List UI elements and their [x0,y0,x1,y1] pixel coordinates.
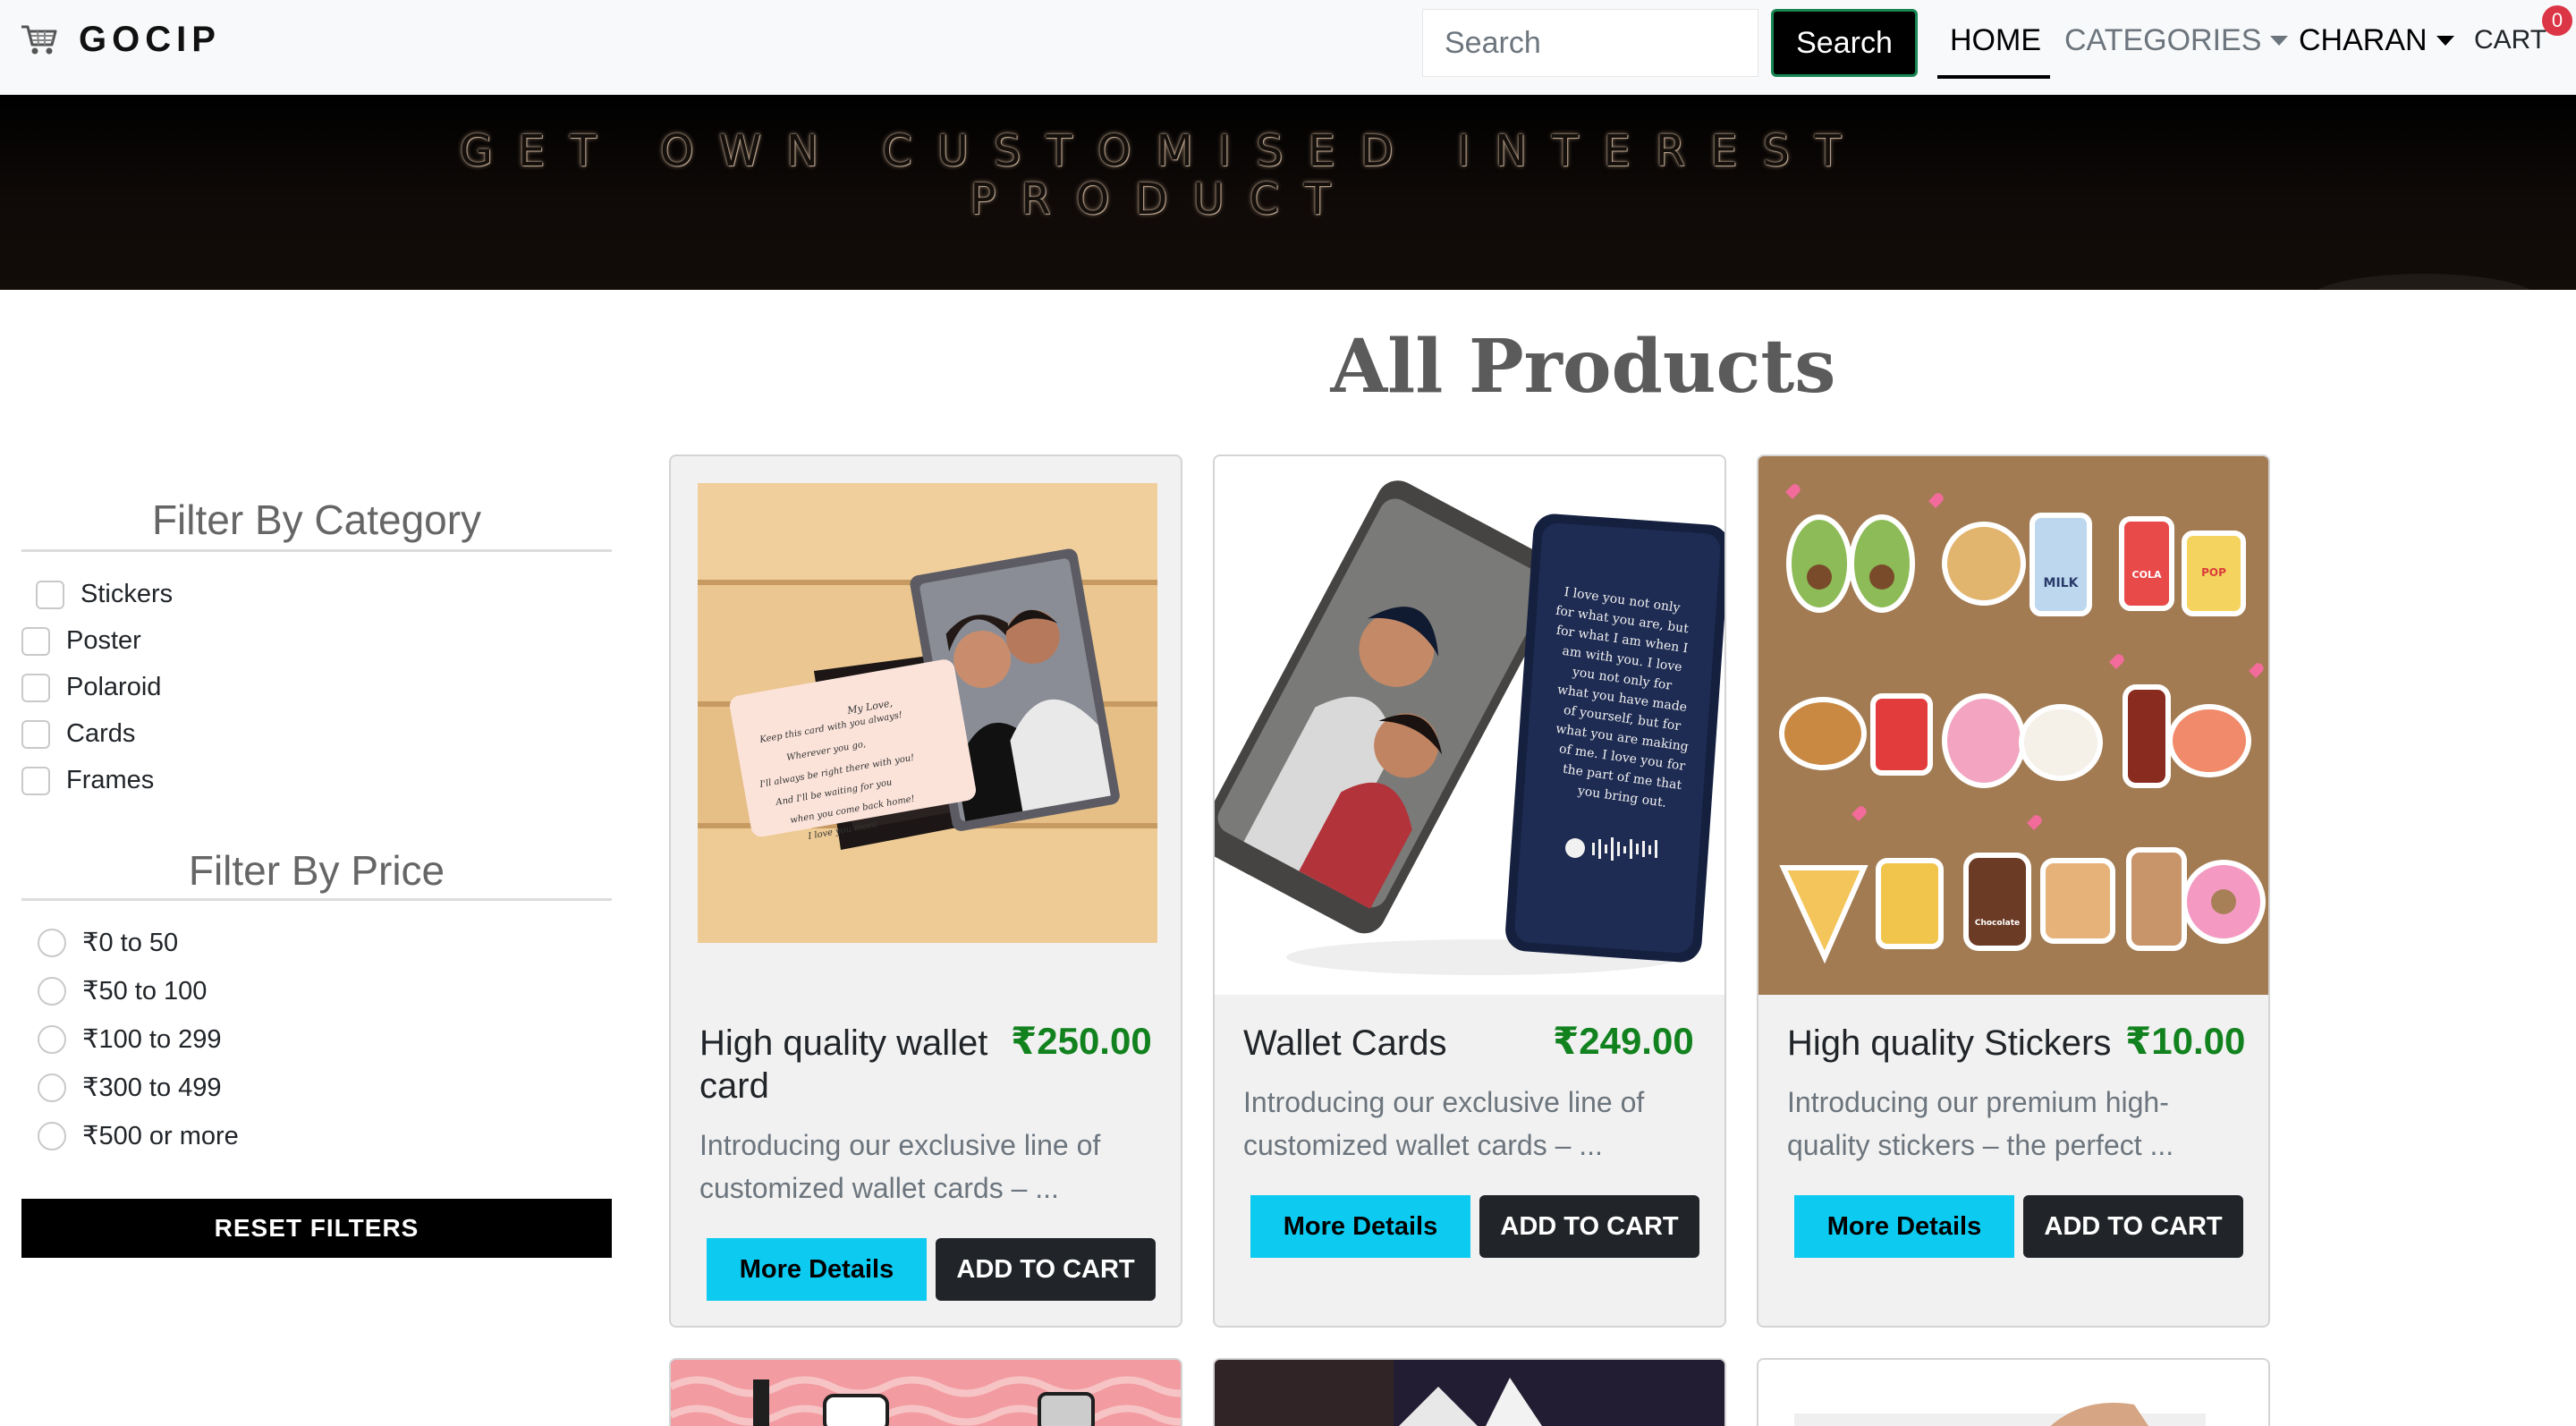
checkbox[interactable] [21,766,50,795]
product-price: ₹10.00 [2125,1020,2246,1062]
product-image[interactable]: MILK COLA POP Chocolate [1758,456,2268,995]
category-filter-stickers[interactable]: Stickers [36,580,173,609]
banner-glow [2308,274,2540,290]
category-filter-cards[interactable]: Cards [21,719,135,749]
banner-line-2: PRODUCT [970,174,1356,225]
price-filter-0-50[interactable]: ₹0 to 50 [38,927,178,958]
product-card: I love you not only for what you are, bu… [1213,454,1726,1328]
brand-link[interactable]: GOCIP [20,20,221,59]
category-label: Cards [66,719,136,748]
nav-user-dropdown[interactable]: CHARAN [2299,20,2454,61]
product-image[interactable]: I love you not only for what you are, bu… [1215,456,1724,995]
reset-filters-button[interactable]: RESET FILTERS [21,1199,612,1258]
product-image[interactable] [1215,1360,1726,1426]
checkbox[interactable] [21,673,50,702]
category-label: Stickers [80,580,174,608]
radio-button[interactable] [38,1073,66,1102]
more-details-button[interactable]: More Details [1794,1195,2014,1258]
radio-button[interactable] [38,976,66,1006]
product-name[interactable]: High quality wallet card [699,1022,1004,1108]
product-price: ₹250.00 [1011,1020,1152,1062]
svg-text:MILK: MILK [2044,576,2080,590]
product-description: Introducing our premium high-quality sti… [1787,1086,2174,1161]
category-label: Poster [66,626,141,655]
top-navbar: GOCIP Search Search HOME CATEGORIES CHAR… [0,0,2576,95]
banner-tagline: GET OWN CUSTOMISED INTEREST PRODUCT [268,127,2057,224]
wallet-card-photo: My Love, Keep this card with you always!… [698,483,1157,943]
price-label: ₹0 to 50 [82,929,179,957]
stickers-photo: MILK COLA POP Chocolate [1758,456,2268,995]
product-price: ₹249.00 [1553,1020,1694,1062]
category-label: Frames [66,766,155,794]
nav-categories-label: CATEGORIES [2064,23,2262,57]
product-card: My Love, Keep this card with you always!… [669,454,1182,1328]
svg-text:Chocolate: Chocolate [1975,919,2020,928]
wallet-cards-photo: I love you not only for what you are, bu… [1215,456,1724,995]
checkbox[interactable] [36,580,64,609]
nav-home-link[interactable]: HOME [1950,20,2041,61]
filter-price-title: Filter By Price [188,847,445,894]
product-image[interactable]: My Love, Keep this card with you always!… [698,483,1157,943]
nav-cart-link[interactable]: CART [2474,25,2546,55]
product-name[interactable]: Wallet Cards [1243,1022,1446,1065]
price-filter-500-plus[interactable]: ₹500 or more [38,1120,239,1151]
hero-banner: GET OWN CUSTOMISED INTEREST PRODUCT [0,95,2576,290]
price-label: ₹100 to 299 [82,1025,222,1054]
banner-line-1: GET OWN CUSTOMISED INTEREST [459,126,1867,176]
product-card [1757,1358,2270,1426]
checkbox[interactable] [21,626,50,656]
divider [21,549,612,552]
cart-count-badge: 0 [2542,5,2572,36]
product-image[interactable] [671,1360,1182,1426]
svg-text:POP: POP [2201,566,2226,579]
radio-button[interactable] [38,1121,66,1150]
add-to-cart-button[interactable]: ADD TO CART [1479,1195,1699,1258]
price-label: ₹50 to 100 [82,977,208,1006]
checkbox[interactable] [21,719,50,749]
price-filter-100-299[interactable]: ₹100 to 299 [38,1023,222,1055]
product-description: Introducing our exclusive line of custom… [699,1129,1101,1204]
product-description: Introducing our exclusive line of custom… [1243,1086,1645,1161]
price-filter-300-499[interactable]: ₹300 to 499 [38,1072,222,1103]
radio-button[interactable] [38,1024,66,1054]
product-card [669,1358,1182,1426]
search-input[interactable]: Search [1422,9,1758,77]
search-button[interactable]: Search [1771,9,1918,77]
radio-button[interactable] [38,928,66,957]
product-image[interactable] [1758,1360,2270,1426]
add-to-cart-button[interactable]: ADD TO CART [2023,1195,2243,1258]
divider [21,898,612,901]
more-details-button[interactable]: More Details [707,1238,927,1301]
search-placeholder: Search [1445,25,1541,60]
product-card [1213,1358,1726,1426]
brand-name: GOCIP [79,20,221,59]
nav-categories-dropdown[interactable]: CATEGORIES [2064,20,2289,61]
price-filter-50-100[interactable]: ₹50 to 100 [38,975,207,1006]
category-filter-frames[interactable]: Frames [21,766,154,795]
nav-user-label: CHARAN [2299,23,2428,57]
page-title: All Products [1330,324,1836,410]
category-label: Polaroid [66,673,162,701]
price-label: ₹300 to 499 [82,1074,222,1102]
filter-category-title: Filter By Category [151,497,482,543]
category-filter-polaroid[interactable]: Polaroid [21,673,161,702]
category-filter-poster[interactable]: Poster [21,626,141,656]
shopping-cart-icon [21,25,57,55]
more-details-button[interactable]: More Details [1250,1195,1470,1258]
product-name[interactable]: High quality Stickers [1787,1022,2111,1065]
chevron-down-icon [2270,35,2289,46]
product-card: MILK COLA POP Chocolate High quality Sti… [1757,454,2270,1328]
price-label: ₹500 or more [82,1122,239,1150]
add-to-cart-button[interactable]: ADD TO CART [936,1238,1156,1301]
chevron-down-icon [2436,35,2454,46]
active-tab-indicator [1937,75,2050,79]
svg-text:COLA: COLA [2132,569,2162,581]
